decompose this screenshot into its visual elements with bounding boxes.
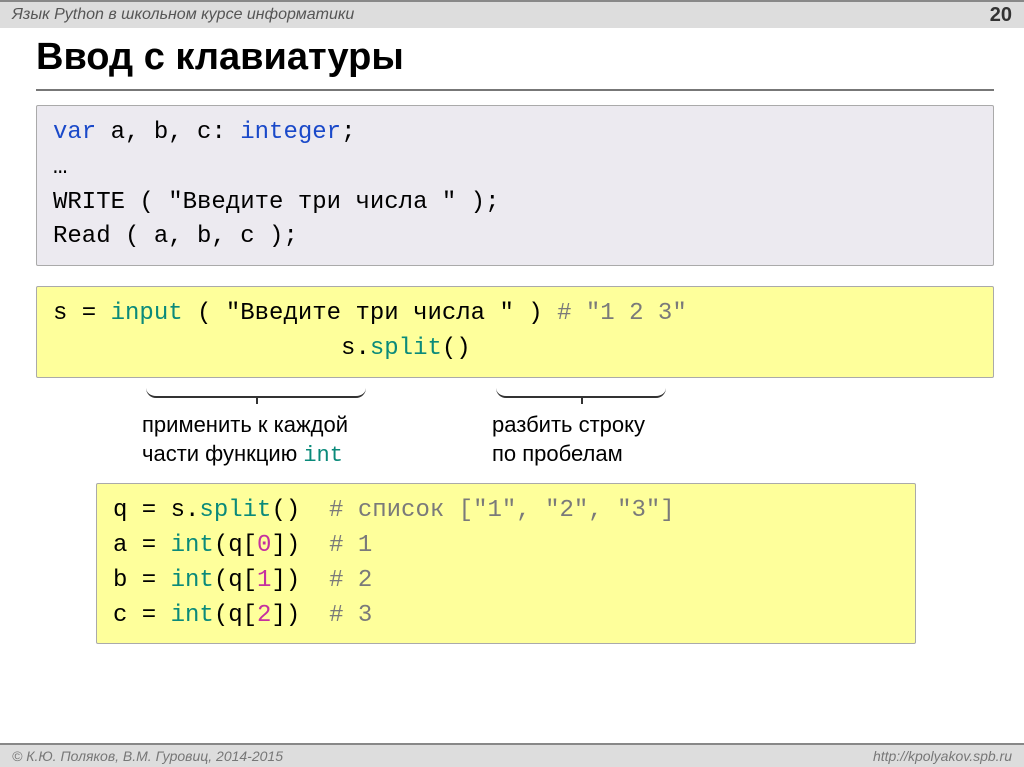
idx-1: 1 xyxy=(257,567,271,594)
idx-2: 2 xyxy=(257,602,271,629)
brace-left xyxy=(146,384,366,398)
pascal-code-box: var a, b, c: integer; … WRITE ( "Введите… xyxy=(36,105,994,266)
pascal-write-arg: ( "Введите три числа " ); xyxy=(125,189,499,216)
py2-l3b: (q[ xyxy=(214,567,257,594)
slide-title: Ввод с клавиатуры xyxy=(36,36,994,79)
header-subtitle: Язык Python в школьном курсе информатики xyxy=(12,6,354,24)
py2-l3a: b = xyxy=(113,567,171,594)
annotations: применить к каждой части функцию int раз… xyxy=(36,410,994,471)
brace-right xyxy=(496,384,666,398)
py2-l1-comment: # список ["1", "2", "3"] xyxy=(329,497,675,524)
py2-l4a: c = xyxy=(113,602,171,629)
header-bar: Язык Python в школьном курсе информатики… xyxy=(0,0,1024,28)
py2-l3-comment: # 2 xyxy=(329,567,372,594)
kw-int-a: int xyxy=(171,532,214,559)
annotation-right: разбить строку по пробелам xyxy=(492,410,792,471)
kw-split2: split xyxy=(199,497,271,524)
py1-comment: # "1 2 3" xyxy=(557,300,687,327)
kw-split: split xyxy=(370,335,442,362)
py2-l3c: ]) xyxy=(271,567,329,594)
anno-right-l2: по пробелам xyxy=(492,439,792,469)
page-number: 20 xyxy=(990,4,1012,27)
anno-left-l2a: части функцию xyxy=(142,441,303,466)
py1-args: ( "Введите три числа " ) xyxy=(183,300,557,327)
py2-l1b: () xyxy=(271,497,329,524)
kw-integer: integer xyxy=(240,119,341,146)
python-code-box-2: q = s.split() # список ["1", "2", "3"] a… xyxy=(96,483,916,644)
kw-int-c: int xyxy=(171,602,214,629)
kw-int-b: int xyxy=(171,567,214,594)
anno-left-l1: применить к каждой xyxy=(142,410,462,440)
py2-l2-comment: # 1 xyxy=(329,532,372,559)
brace-row xyxy=(36,384,994,408)
slide-content: Ввод с клавиатуры var a, b, c: integer; … xyxy=(0,28,1024,644)
pascal-read: Read xyxy=(53,223,111,250)
python-code-box-1: s = input ( "Введите три числа " ) # "1 … xyxy=(36,286,994,378)
idx-0: 0 xyxy=(257,532,271,559)
py2-l4b: (q[ xyxy=(214,602,257,629)
py2-l4-comment: # 3 xyxy=(329,602,372,629)
kw-var: var xyxy=(53,119,96,146)
py2-l2c: ]) xyxy=(271,532,329,559)
title-rule xyxy=(36,89,994,91)
pascal-ellipsis: … xyxy=(53,154,67,181)
py1-paren: () xyxy=(442,335,471,362)
pascal-write: WRITE xyxy=(53,189,125,216)
kw-input: input xyxy=(111,300,183,327)
pascal-semi: ; xyxy=(341,119,355,146)
py2-l1a: q = s. xyxy=(113,497,199,524)
footer-bar: © К.Ю. Поляков, В.М. Гуровиц, 2014-2015 … xyxy=(0,743,1024,767)
pascal-read-arg: ( a, b, c ); xyxy=(111,223,298,250)
annotation-left: применить к каждой части функцию int xyxy=(142,410,462,471)
py2-l2a: a = xyxy=(113,532,171,559)
anno-int: int xyxy=(303,443,343,468)
py2-l2b: (q[ xyxy=(214,532,257,559)
py1-assign: s = xyxy=(53,300,111,327)
footer-url: http://kpolyakov.spb.ru xyxy=(873,748,1012,764)
pascal-decl: a, b, c: xyxy=(96,119,240,146)
py1-pad: s. xyxy=(53,335,370,362)
anno-left-l2: части функцию int xyxy=(142,439,462,471)
anno-right-l1: разбить строку xyxy=(492,410,792,440)
py2-l4c: ]) xyxy=(271,602,329,629)
footer-copyright: © К.Ю. Поляков, В.М. Гуровиц, 2014-2015 xyxy=(12,748,283,764)
